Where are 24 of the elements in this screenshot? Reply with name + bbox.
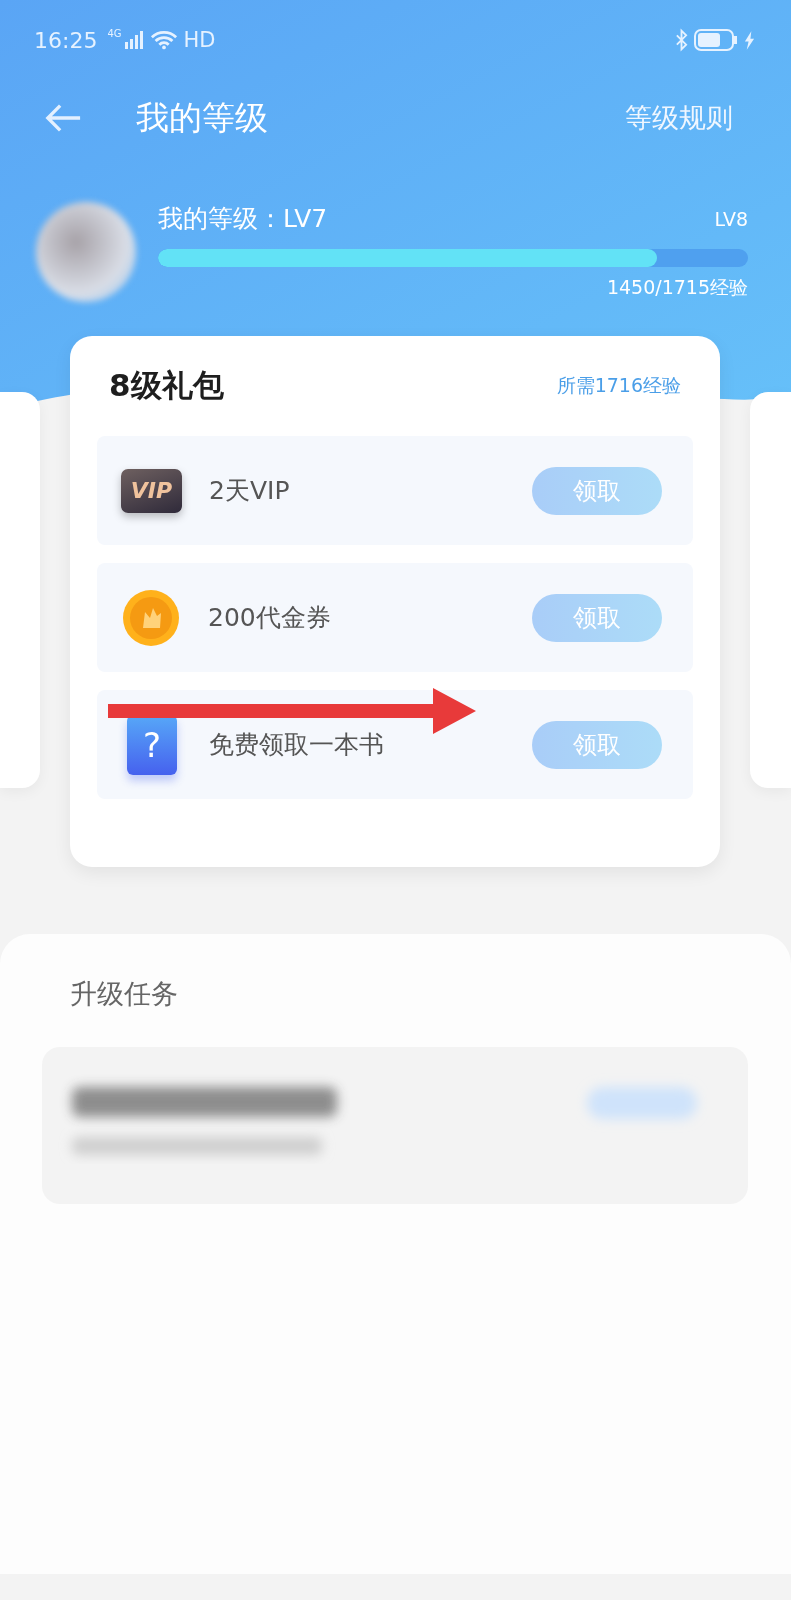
exp-label: 1450/1715经验 xyxy=(606,275,748,300)
status-time: 16:25 xyxy=(34,27,98,53)
requirement-label: 所需1716经验 xyxy=(556,373,681,398)
charging-icon xyxy=(744,30,755,50)
tasks-title: 升级任务 xyxy=(70,977,179,1011)
reward-label: 2天VIP xyxy=(209,475,291,507)
hd-label: HD xyxy=(183,28,216,52)
coin-icon xyxy=(121,587,181,648)
level-label: 我的等级：LV7 xyxy=(158,203,328,235)
battery-icon xyxy=(694,29,738,51)
reward-label: 免费领取一本书 xyxy=(209,729,385,761)
signal-icon xyxy=(123,30,144,50)
back-icon[interactable] xyxy=(44,102,82,134)
next-level-label: LV8 xyxy=(714,207,748,230)
gift-title: 8级礼包 xyxy=(109,366,224,405)
bluetooth-icon xyxy=(675,28,688,52)
wifi-icon xyxy=(149,29,178,51)
vip-icon: VIP xyxy=(121,468,182,513)
network-label: 4G xyxy=(107,28,122,39)
page-title: 我的等级 xyxy=(136,96,268,139)
side-card[interactable] xyxy=(750,392,791,788)
side-card[interactable] xyxy=(0,392,40,788)
rules-link[interactable]: 等级规则 xyxy=(625,100,733,136)
reward-label: 200代金券 xyxy=(208,602,332,634)
